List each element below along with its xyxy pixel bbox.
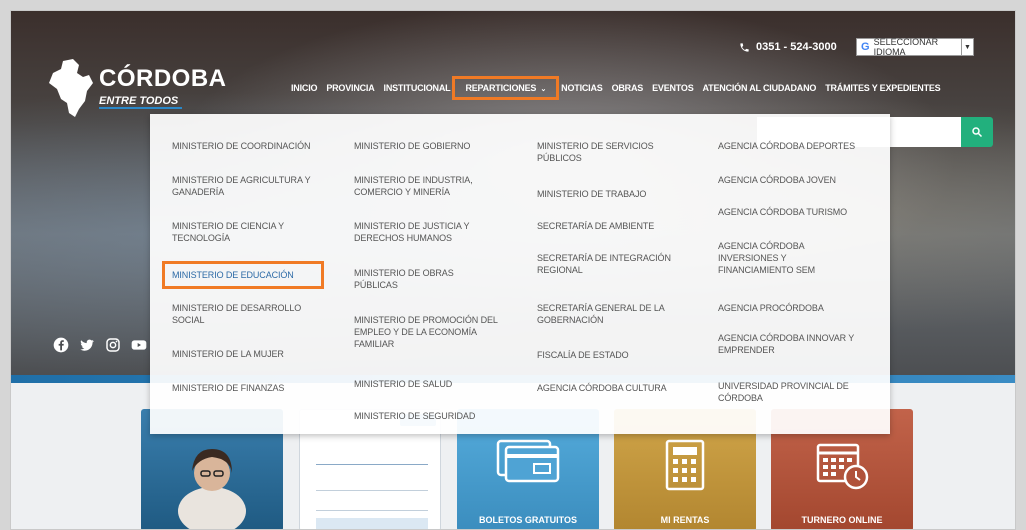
nav-item-reparticiones[interactable]: REPARTICIONES ⌄: [452, 76, 560, 100]
search-icon: [972, 127, 983, 138]
dropdown-item[interactable]: MINISTERIO DE CIENCIA Y TECNOLOGÍA: [172, 220, 302, 244]
card-label: BOLETOS GRATUITOS: [478, 515, 577, 525]
logo-tagline: ENTRE TODOS: [99, 95, 183, 109]
chevron-down-icon: ⌄: [540, 86, 547, 93]
phone-contact[interactable]: 0351 - 524-3000: [739, 41, 837, 53]
dropdown-item[interactable]: MINISTERIO DE COORDINACIÓN: [172, 140, 332, 152]
form-preview-line: [316, 490, 428, 491]
nav-item-noticias[interactable]: NOTICIAS: [561, 83, 603, 93]
dropdown-item[interactable]: MINISTERIO DE AGRICULTURA Y GANADERÍA: [172, 174, 332, 198]
phone-number: 0351 - 524-3000: [756, 41, 837, 53]
dropdown-item[interactable]: SECRETARÍA DE AMBIENTE: [537, 220, 697, 232]
ticket-card-icon: [496, 439, 560, 483]
form-preview-line: [316, 464, 428, 465]
dropdown-item[interactable]: MINISTERIO DE JUSTICIA Y DERECHOS HUMANO…: [354, 220, 504, 244]
dropdown-item[interactable]: MINISTERIO DE SERVICIOS PÚBLICOS: [537, 140, 697, 164]
dropdown-item[interactable]: AGENCIA PROCÓRDOBA: [718, 302, 878, 314]
document-calculator-icon: [665, 439, 705, 491]
dropdown-item[interactable]: SECRETARÍA GENERAL DE LA GOBERNACIÓN: [537, 302, 687, 326]
dropdown-item[interactable]: MINISTERIO DE GOBIERNO: [354, 140, 504, 152]
dropdown-item[interactable]: MINISTERIO DE SALUD: [354, 378, 504, 390]
facebook-icon[interactable]: [53, 337, 69, 353]
dropdown-item[interactable]: SECRETARÍA DE INTEGRACIÓN REGIONAL: [537, 252, 697, 276]
twitter-icon[interactable]: [79, 337, 95, 353]
dropdown-item[interactable]: AGENCIA CÓRDOBA TURISMO: [718, 206, 878, 218]
nav-item-atencion-ciudadano[interactable]: ATENCIÓN AL CIUDADANO: [703, 83, 817, 93]
dropdown-item[interactable]: UNIVERSIDAD PROVINCIAL DE CÓRDOBA: [718, 380, 868, 404]
site-logo[interactable]: CÓRDOBA ENTRE TODOS: [49, 59, 227, 117]
dropdown-item[interactable]: MINISTERIO DE PROMOCIÓN DEL EMPLEO Y DE …: [354, 314, 504, 350]
calendar-clock-icon: [816, 443, 869, 490]
logo-name: CÓRDOBA: [99, 65, 227, 92]
nav-item-tramites[interactable]: TRÁMITES Y EXPEDIENTES: [825, 83, 940, 93]
dropdown-item[interactable]: MINISTERIO DE FINANZAS: [172, 382, 332, 394]
person-image: [178, 449, 246, 529]
dropdown-item[interactable]: MINISTERIO DE INDUSTRIA, COMERCIO Y MINE…: [354, 174, 504, 198]
dropdown-item[interactable]: MINISTERIO DE SEGURIDAD: [354, 410, 504, 422]
card-label: TURNERO ONLINE: [801, 515, 883, 525]
form-preview-field: [316, 518, 428, 529]
main-nav: INICIO PROVINCIA INSTITUCIONAL REPARTICI…: [291, 76, 941, 100]
social-links: [53, 337, 147, 353]
language-select-label: SELECCIONAR IDIOMA: [873, 37, 939, 57]
form-preview-line: [316, 510, 428, 511]
nav-item-provincia[interactable]: PROVINCIA: [326, 83, 374, 93]
phone-icon: [740, 42, 749, 52]
dropdown-item[interactable]: MINISTERIO DE DESARROLLO SOCIAL: [172, 302, 322, 326]
card-label: MI RENTAS: [660, 515, 710, 525]
dropdown-item[interactable]: AGENCIA CÓRDOBA JOVEN: [718, 174, 878, 186]
reparticiones-dropdown: MINISTERIO DE COORDINACIÓN MINISTERIO DE…: [150, 114, 890, 434]
dropdown-item[interactable]: MINISTERIO DE OBRAS PÚBLICAS: [354, 267, 494, 291]
cordoba-map-icon: [49, 59, 93, 117]
dropdown-arrow-icon: ▼: [961, 39, 973, 55]
dropdown-item[interactable]: AGENCIA CÓRDOBA CULTURA: [537, 382, 697, 394]
youtube-icon[interactable]: [131, 337, 147, 353]
instagram-icon[interactable]: [105, 337, 121, 353]
dropdown-item-ministerio-educacion[interactable]: MINISTERIO DE EDUCACIÓN: [162, 261, 324, 289]
language-select[interactable]: G SELECCIONAR IDIOMA ▼: [856, 37, 974, 57]
dropdown-item[interactable]: AGENCIA CÓRDOBA INNOVAR Y EMPRENDER: [718, 332, 878, 356]
nav-item-obras[interactable]: OBRAS: [612, 83, 644, 93]
google-icon: G: [861, 41, 870, 53]
nav-item-inicio[interactable]: INICIO: [291, 83, 318, 93]
nav-item-eventos[interactable]: EVENTOS: [652, 83, 694, 93]
nav-item-reparticiones-label: REPARTICIONES: [465, 83, 537, 93]
nav-item-institucional[interactable]: INSTITUCIONAL: [384, 83, 451, 93]
dropdown-item[interactable]: MINISTERIO DE LA MUJER: [172, 348, 332, 360]
dropdown-item[interactable]: MINISTERIO DE TRABAJO: [537, 188, 697, 200]
search-button[interactable]: [961, 117, 993, 147]
browser-viewport: 0351 - 524-3000 G SELECCIONAR IDIOMA ▼ C…: [10, 10, 1016, 530]
dropdown-item[interactable]: FISCALÍA DE ESTADO: [537, 349, 697, 361]
dropdown-item[interactable]: AGENCIA CÓRDOBA INVERSIONES Y FINANCIAMI…: [718, 240, 828, 276]
dropdown-item[interactable]: AGENCIA CÓRDOBA DEPORTES: [718, 140, 878, 152]
